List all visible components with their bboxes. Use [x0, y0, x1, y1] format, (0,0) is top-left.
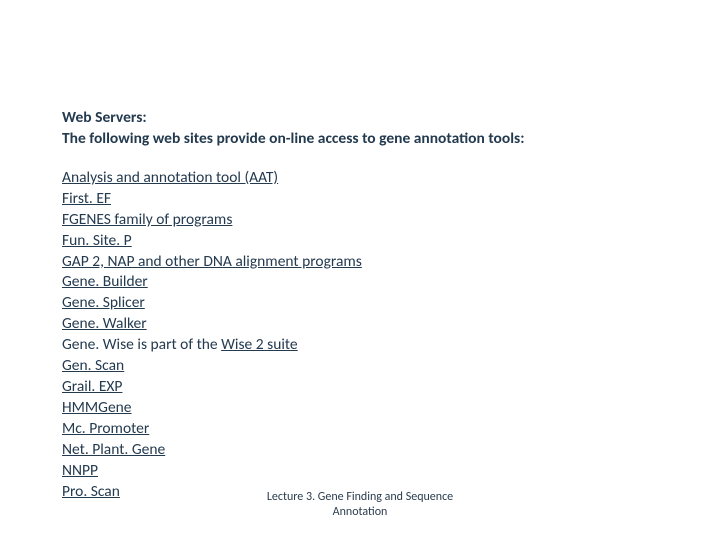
- slide: Web Servers: The following web sites pro…: [0, 0, 720, 540]
- list-item: FGENES family of programs: [62, 210, 658, 231]
- heading-block: Web Servers: The following web sites pro…: [62, 108, 658, 150]
- tool-list: Analysis and annotation tool (AAT) First…: [62, 168, 658, 503]
- list-item: HMMGene: [62, 398, 658, 419]
- footer-line-1: Lecture 3. Gene Finding and Sequence: [0, 490, 720, 505]
- list-item: Gen. Scan: [62, 356, 658, 377]
- tool-link[interactable]: NNPP: [62, 461, 98, 480]
- tool-link[interactable]: Net. Plant. Gene: [62, 440, 165, 459]
- tool-link[interactable]: Analysis and annotation tool (AAT): [62, 168, 278, 187]
- slide-footer: Lecture 3. Gene Finding and Sequence Ann…: [0, 490, 720, 520]
- tool-link[interactable]: Gene. Builder: [62, 272, 148, 291]
- tool-link[interactable]: Fun. Site. P: [62, 231, 132, 250]
- tool-link[interactable]: Gen. Scan: [62, 356, 124, 375]
- list-item: Gene. Wise is part of the Wise 2 suite: [62, 335, 658, 356]
- tool-link[interactable]: HMMGene: [62, 398, 132, 417]
- item-prefix: Gene. Wise is part of the: [62, 335, 221, 354]
- list-item: Mc. Promoter: [62, 419, 658, 440]
- footer-line-2: Annotation: [0, 505, 720, 520]
- list-item: First. EF: [62, 189, 658, 210]
- tool-link[interactable]: GAP 2, NAP and other DNA alignment progr…: [62, 252, 362, 271]
- tool-link[interactable]: First. EF: [62, 189, 111, 208]
- tool-link[interactable]: Gene. Splicer: [62, 293, 145, 312]
- tool-link[interactable]: Grail. EXP: [62, 377, 122, 396]
- list-item: Gene. Splicer: [62, 293, 658, 314]
- list-item: Analysis and annotation tool (AAT): [62, 168, 658, 189]
- tool-link[interactable]: Mc. Promoter: [62, 419, 149, 438]
- tool-link[interactable]: Gene. Walker: [62, 314, 147, 333]
- tool-link[interactable]: Wise 2 suite: [221, 335, 298, 354]
- heading-line-2: The following web sites provide on-line …: [62, 129, 658, 150]
- heading-line-1: Web Servers:: [62, 108, 658, 129]
- list-item: Net. Plant. Gene: [62, 440, 658, 461]
- list-item: Grail. EXP: [62, 377, 658, 398]
- list-item: NNPP: [62, 461, 658, 482]
- list-item: Fun. Site. P: [62, 231, 658, 252]
- list-item: Gene. Walker: [62, 314, 658, 335]
- tool-link[interactable]: FGENES family of programs: [62, 210, 232, 229]
- list-item: Gene. Builder: [62, 272, 658, 293]
- list-item: GAP 2, NAP and other DNA alignment progr…: [62, 252, 658, 273]
